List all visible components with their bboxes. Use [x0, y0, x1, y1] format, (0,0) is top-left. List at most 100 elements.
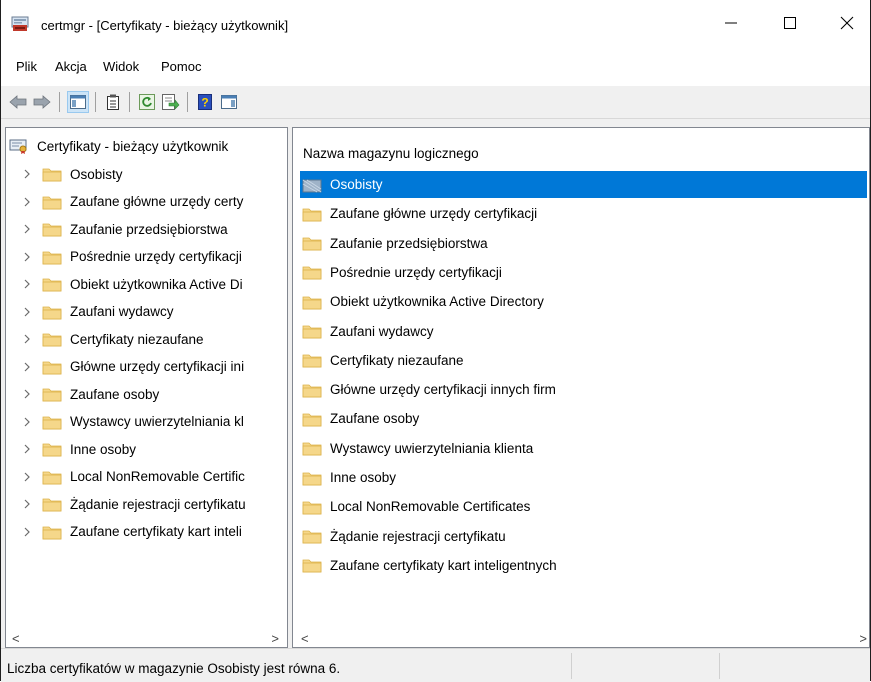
list-item[interactable]: Pośrednie urzędy certyfikacji — [300, 259, 502, 286]
chevron-right-icon[interactable] — [22, 472, 32, 482]
list-item-label: Zaufanie przedsiębiorstwa — [330, 235, 488, 251]
chevron-right-icon[interactable] — [22, 389, 32, 399]
folder-icon — [302, 442, 322, 456]
folder-icon — [42, 251, 62, 264]
scroll-left-icon[interactable]: < — [301, 631, 309, 646]
tree-item[interactable]: Wystawcy uwierzytelniania kl — [22, 409, 244, 435]
tree-item[interactable]: Inne osoby — [22, 436, 136, 462]
tree-item-label: Zaufane certyfikaty kart inteli — [70, 524, 242, 539]
folder-icon — [42, 498, 62, 512]
tree-item[interactable]: Certyfikaty niezaufane — [22, 326, 204, 352]
chevron-right-icon[interactable] — [22, 444, 32, 454]
tree-item[interactable]: Pośrednie urzędy certyfikacji — [22, 244, 242, 270]
chevron-right-icon[interactable] — [22, 499, 32, 509]
tree-pane[interactable]: Certyfikaty - bieżący użytkownik Osobist… — [5, 127, 288, 648]
folder-icon — [302, 237, 322, 251]
tree-item[interactable]: Główne urzędy certyfikacji ini — [22, 354, 244, 380]
tree-item[interactable]: Obiekt użytkownika Active Di — [22, 271, 243, 297]
properties-icon — [107, 94, 119, 110]
list-pane[interactable]: Nazwa magazynu logicznego Osobisty Zaufan… — [292, 127, 870, 648]
export-list-button[interactable] — [160, 91, 182, 113]
list-item-label: Zaufane certyfikaty kart inteligentnych — [330, 557, 557, 573]
maximize-icon — [784, 17, 796, 29]
tree-item[interactable]: Osobisty — [22, 161, 123, 187]
scroll-right-icon[interactable]: > — [859, 631, 867, 646]
menu-pomoc[interactable]: Pomoc — [161, 59, 201, 74]
list-item[interactable]: Inne osoby — [300, 464, 396, 491]
list-item-label: Obiekt użytkownika Active Directory — [330, 294, 544, 310]
status-bar: Liczba certyfikatów w magazynie Osobisty… — [1, 648, 870, 682]
close-icon — [840, 16, 854, 30]
show-hide-action-pane-button[interactable] — [218, 91, 240, 113]
list-item[interactable]: Local NonRemovable Certificates — [300, 493, 530, 520]
list-item[interactable]: Wystawcy uwierzytelniania klienta — [300, 435, 533, 462]
maximize-button[interactable] — [767, 0, 813, 46]
folder-icon — [42, 361, 62, 374]
tree-item-label: Zaufanie przedsiębiorstwa — [70, 221, 228, 237]
tree-item-label: Pośrednie urzędy certyfikacji — [70, 249, 242, 264]
forward-button[interactable] — [31, 91, 53, 113]
tree-item[interactable]: Zaufane certyfikaty kart inteli — [22, 519, 242, 545]
list-item[interactable]: Zaufane główne urzędy certyfikacji — [300, 200, 537, 227]
back-button[interactable] — [7, 91, 29, 113]
list-item[interactable]: Obiekt użytkownika Active Directory — [300, 288, 544, 315]
tree-item[interactable]: Zaufanie przedsiębiorstwa — [22, 216, 228, 242]
show-hide-tree-button[interactable] — [67, 91, 89, 113]
tree-item[interactable]: Żądanie rejestracji certyfikatu — [22, 491, 246, 517]
list-item-label: Zaufane osoby — [330, 411, 420, 427]
menu-akcja[interactable]: Akcja — [55, 59, 87, 74]
list-item[interactable]: Osobisty — [300, 171, 867, 198]
minimize-button[interactable] — [708, 0, 754, 46]
title-bar[interactable]: certmgr - [Certyfikaty - bieżący użytkow… — [1, 0, 870, 46]
list-item-label: Wystawcy uwierzytelniania klienta — [330, 440, 534, 456]
tree-item[interactable]: Local NonRemovable Certific — [22, 464, 245, 490]
list-item-label: Zaufani wydawcy — [330, 323, 434, 339]
chevron-right-icon[interactable] — [22, 307, 32, 317]
chevron-right-icon[interactable] — [22, 169, 32, 179]
menu-bar: Plik Akcja Widok Pomoc — [1, 46, 870, 86]
close-button[interactable] — [824, 0, 870, 46]
chevron-right-icon[interactable] — [22, 197, 32, 207]
tree-item-label: Wystawcy uwierzytelniania kl — [70, 414, 244, 429]
column-header-name[interactable]: Nazwa magazynu logicznego — [303, 146, 479, 161]
refresh-button[interactable] — [136, 91, 158, 113]
tree-root[interactable]: Certyfikaty - bieżący użytkownik — [9, 133, 228, 159]
scroll-right-icon[interactable]: > — [271, 631, 279, 646]
status-separator — [571, 653, 572, 679]
tree-item-label: Osobisty — [70, 166, 123, 182]
chevron-right-icon[interactable] — [22, 252, 32, 262]
folder-icon — [302, 501, 322, 515]
tree-horizontal-scrollbar[interactable]: < > — [6, 627, 287, 647]
scroll-left-icon[interactable]: < — [12, 631, 20, 646]
help-button[interactable]: ? — [194, 91, 216, 113]
tree-item-label: Zaufane osoby — [70, 386, 160, 402]
list-item[interactable]: Zaufane osoby — [300, 405, 419, 432]
tree-item[interactable]: Zaufani wydawcy — [22, 299, 174, 325]
chevron-right-icon[interactable] — [22, 279, 32, 289]
list-item[interactable]: Certyfikaty niezaufane — [300, 347, 464, 374]
tree-item-label: Główne urzędy certyfikacji ini — [70, 359, 245, 374]
tree-item[interactable]: Zaufane osoby — [22, 381, 159, 407]
menu-widok[interactable]: Widok — [103, 59, 139, 74]
folder-icon — [302, 266, 322, 280]
folder-icon — [302, 413, 322, 427]
list-item[interactable]: Główne urzędy certyfikacji innych firm — [300, 376, 556, 403]
list-item[interactable]: Żądanie rejestracji certyfikatu — [300, 523, 506, 550]
tree-item-label: Żądanie rejestracji certyfikatu — [70, 496, 246, 512]
chevron-right-icon[interactable] — [22, 417, 32, 427]
tree-item[interactable]: Zaufane główne urzędy certy — [22, 189, 243, 215]
chevron-right-icon[interactable] — [22, 362, 32, 372]
chevron-right-icon[interactable] — [22, 334, 32, 344]
list-horizontal-scrollbar[interactable]: < > — [293, 627, 869, 647]
chevron-right-icon[interactable] — [22, 224, 32, 234]
properties-button[interactable] — [102, 91, 124, 113]
forward-icon — [33, 95, 51, 109]
toolbar-separator — [187, 92, 188, 112]
menu-plik[interactable]: Plik — [16, 59, 37, 74]
folder-icon — [42, 196, 62, 209]
list-item[interactable]: Zaufani wydawcy — [300, 318, 434, 345]
chevron-right-icon[interactable] — [22, 527, 32, 537]
folder-icon — [42, 223, 62, 237]
list-item[interactable]: Zaufanie przedsiębiorstwa — [300, 230, 488, 257]
list-item[interactable]: Zaufane certyfikaty kart inteligentnych — [300, 552, 557, 579]
